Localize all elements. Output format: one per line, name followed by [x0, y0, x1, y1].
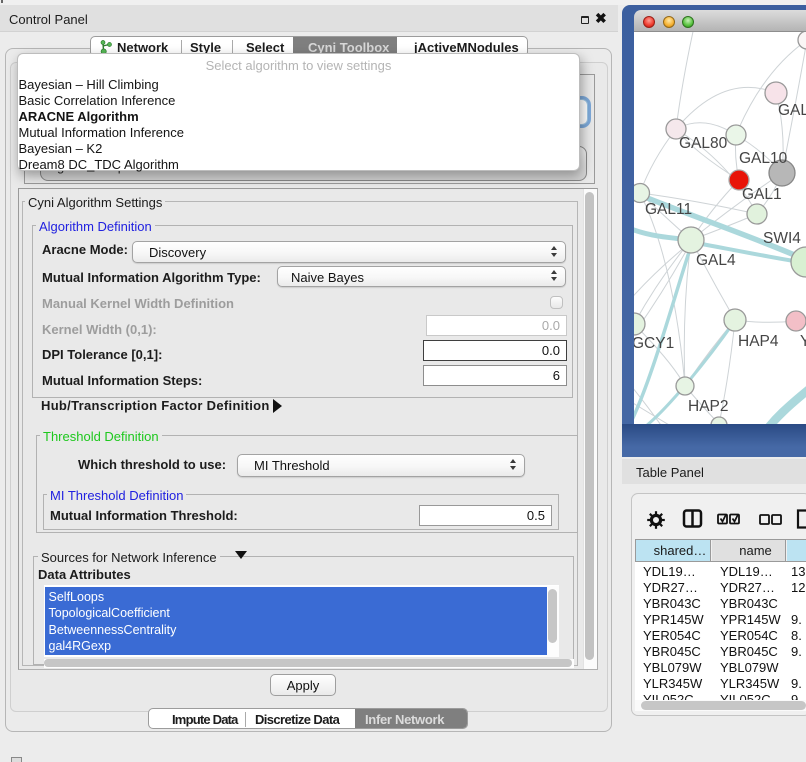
- svg-text:HAP4: HAP4: [738, 333, 779, 350]
- svg-text:GAL10: GAL10: [739, 150, 788, 167]
- svg-text:HAP2: HAP2: [688, 398, 729, 415]
- svg-text:SWI4: SWI4: [763, 230, 801, 247]
- svg-text:GAL11: GAL11: [645, 201, 692, 218]
- svg-text:GAL4: GAL4: [696, 252, 736, 269]
- svg-text:GAL2: GAL2: [778, 102, 806, 119]
- svg-text:GAL1: GAL1: [742, 186, 782, 203]
- svg-text:YLR: YLR: [800, 333, 806, 350]
- svg-text:GCY1: GCY1: [634, 335, 674, 352]
- svg-text:GAL80: GAL80: [679, 135, 728, 152]
